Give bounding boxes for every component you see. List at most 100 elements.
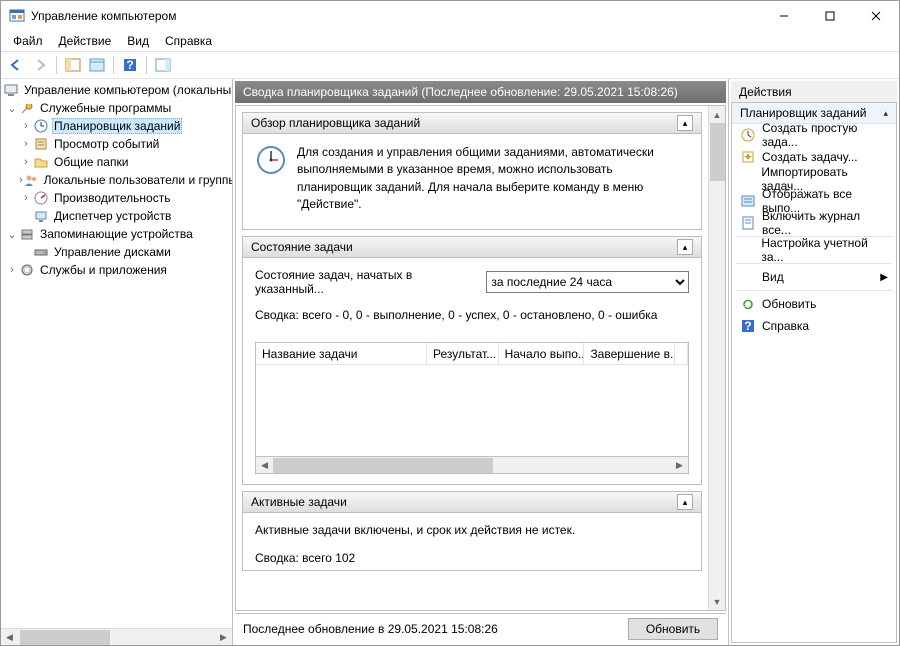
window-title: Управление компьютером [31,9,761,23]
toolbar: ? [1,51,899,79]
window-buttons [761,1,899,31]
action-help[interactable]: ? Справка [732,315,896,337]
tree-scheduler[interactable]: › Планировщик заданий [1,117,232,135]
col-name[interactable]: Название задачи [256,343,427,364]
tree-diskmgr[interactable]: Управление дисками [1,243,232,261]
section-title: Активные задачи [251,495,347,509]
col-end[interactable]: Завершение в... [584,343,675,364]
show-hide-tree-button[interactable] [62,54,84,76]
tree-services[interactable]: › Службы и приложения [1,261,232,279]
help-button[interactable]: ? [119,54,141,76]
collapse-button[interactable]: ▴ [677,494,693,510]
create-basic-icon [740,127,756,143]
group-label: Планировщик заданий [740,106,866,120]
tree[interactable]: Управление компьютером (локальным ⌄ Служ… [1,79,232,628]
tree-shares[interactable]: › Общие папки [1,153,232,171]
tree-users[interactable]: › Локальные пользователи и группы [1,171,232,189]
log-icon [740,215,756,231]
app-window: Управление компьютером Файл Действие Вид… [0,0,900,646]
col-result[interactable]: Результат... [427,343,499,364]
action-label: Вид [762,270,784,284]
action-view[interactable]: Вид ▶ [732,266,896,288]
tree-label: Производительность [52,191,172,205]
taskstate-header[interactable]: Состояние задачи ▴ [242,236,702,258]
help-icon: ? [740,318,756,334]
perf-icon [33,190,49,206]
tree-devmgr[interactable]: Диспетчер устройств [1,207,232,225]
taskstate-label: Состояние задач, начатых в указанный... [255,268,476,296]
menu-help[interactable]: Справка [159,32,218,50]
menu-action[interactable]: Действие [53,32,118,50]
expand-icon[interactable]: › [19,156,33,168]
forward-button[interactable] [29,54,51,76]
collapse-icon[interactable]: ⌄ [5,102,19,115]
refresh-icon [740,296,756,312]
properties-button[interactable] [86,54,108,76]
center-title-text: Сводка планировщика заданий (Последнее о… [243,85,678,99]
tools-icon [19,100,35,116]
action-refresh[interactable]: Обновить [732,293,896,315]
table-hscroll[interactable]: ◀▶ [255,457,689,474]
svg-text:?: ? [126,58,133,72]
device-icon [33,208,49,224]
computer-icon [3,82,19,98]
svg-text:?: ? [744,319,751,333]
center-vscroll[interactable]: ▲ ▼ [708,106,725,610]
action-create-basic[interactable]: Создать простую зада... [732,124,896,146]
event-icon [33,136,49,152]
group-collapse-icon[interactable]: ▴ [883,108,888,119]
col-extra[interactable] [675,343,688,364]
action-account[interactable]: Настройка учетной за... [732,239,896,261]
collapse-button[interactable]: ▴ [677,115,693,131]
tree-label: Службы и приложения [38,263,169,277]
tree-storage[interactable]: ⌄ Запоминающие устройства [1,225,232,243]
active-summary: Сводка: всего 102 [255,551,689,565]
action-pane-button[interactable] [152,54,174,76]
expand-icon[interactable]: › [19,120,33,132]
task-table[interactable]: Название задачи Результат... Начало выпо… [255,342,689,457]
disk-icon [33,244,49,260]
close-button[interactable] [853,1,899,31]
col-start[interactable]: Начало выпо... [499,343,585,364]
overview-p2: Задания хранятся в папках библиотеки пла… [297,226,689,230]
tree-label: Служебные программы [38,101,173,115]
submenu-arrow-icon: ▶ [880,272,888,283]
action-label: Настройка учетной за... [761,236,888,264]
period-select[interactable]: за последние 24 часа [486,271,689,293]
action-enable-log[interactable]: Включить журнал все... [732,212,896,234]
tree-root[interactable]: Управление компьютером (локальным [1,81,232,99]
collapse-button[interactable]: ▴ [677,239,693,255]
menu-file[interactable]: Файл [7,32,49,50]
tree-hscroll[interactable]: ◀▶ [1,628,232,645]
taskstate-summary: Сводка: всего - 0, 0 - выполнение, 0 - у… [255,308,689,322]
center-footer: Последнее обновление в 29.05.2021 15:08:… [235,613,726,643]
back-button[interactable] [5,54,27,76]
active-header[interactable]: Активные задачи ▴ [242,491,702,513]
expand-icon[interactable]: › [19,192,33,204]
action-label: Создать простую зада... [762,121,888,149]
expand-icon[interactable]: › [19,138,33,150]
tree-label: Просмотр событий [52,137,161,151]
action-label: Создать задачу... [762,150,858,164]
refresh-button[interactable]: Обновить [628,618,718,640]
tree-perf[interactable]: › Производительность [1,189,232,207]
center-title: Сводка планировщика заданий (Последнее о… [235,81,726,103]
center-body: Обзор планировщика заданий ▴ Для создани… [235,105,726,611]
maximize-button[interactable] [807,1,853,31]
tree-label: Общие папки [52,155,130,169]
create-icon: ✦ [740,149,756,165]
folder-share-icon [33,154,49,170]
section-title: Состояние задачи [251,240,353,254]
expand-icon[interactable]: › [5,264,19,276]
users-icon [23,172,39,188]
services-icon [19,262,35,278]
collapse-icon[interactable]: ⌄ [5,228,19,241]
tree-utilities[interactable]: ⌄ Служебные программы [1,99,232,117]
overview-header[interactable]: Обзор планировщика заданий ▴ [242,112,702,134]
menubar: Файл Действие Вид Справка [1,31,899,51]
minimize-button[interactable] [761,1,807,31]
menu-view[interactable]: Вид [121,32,155,50]
tree-events[interactable]: › Просмотр событий [1,135,232,153]
last-refresh-text: Последнее обновление в 29.05.2021 15:08:… [243,622,498,636]
overview-p1: Для создания и управления общими задания… [297,144,689,214]
